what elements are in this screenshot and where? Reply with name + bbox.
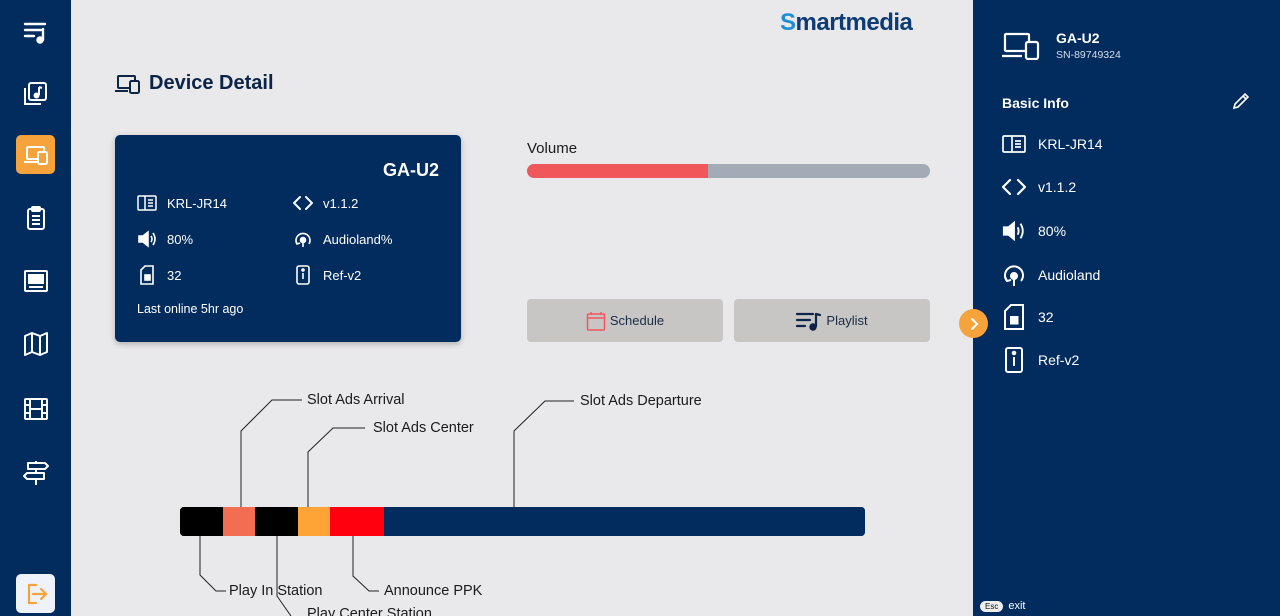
leader-slot-arrival [240, 399, 302, 507]
panel-device-name: GA-U2 [1056, 30, 1100, 46]
film-icon [23, 397, 48, 420]
signpost-icon [22, 460, 49, 485]
leader-play-center [276, 536, 292, 616]
music-library-nav-button[interactable] [16, 74, 55, 113]
panel-serial: SN-89749324 [1056, 49, 1121, 61]
chevron-right-icon [970, 317, 978, 330]
audio-source-icon [1004, 265, 1024, 286]
label-play-center: Play Center Station [307, 606, 432, 616]
timeline-segment [383, 507, 865, 536]
code-icon [1002, 178, 1026, 196]
panel-ref: Ref-v2 [1002, 347, 1079, 373]
timeline-segment [329, 507, 384, 536]
device-info-icon [1005, 347, 1023, 373]
device-info-panel: GA-U2 SN-89749324 Basic Info KRL-JR14 v1… [973, 0, 1280, 616]
panel-audio: Audioland [1002, 262, 1100, 288]
timeline-bar [180, 507, 865, 536]
panel-version: v1.1.2 [1002, 177, 1076, 197]
sidebar [0, 0, 71, 616]
main-content: Smartmedia Device Detail GA-U2 KRL-JR14 … [71, 0, 973, 616]
basic-info-heading: Basic Info [1002, 95, 1069, 111]
clipboard-icon [26, 205, 45, 230]
leader-slot-center [307, 427, 365, 507]
panel-volume: 80% [1002, 219, 1066, 243]
signpost-nav-button[interactable] [16, 453, 55, 492]
sim-card-icon [1004, 304, 1024, 330]
timeline-segment [180, 507, 223, 536]
film-nav-button[interactable] [16, 389, 55, 428]
leader-announce [352, 536, 379, 592]
label-slot-center: Slot Ads Center [373, 420, 474, 436]
label-play-in: Play In Station [229, 583, 323, 599]
queue-icon [23, 22, 46, 44]
label-slot-departure: Slot Ads Departure [580, 393, 702, 409]
leader-play-in [199, 536, 226, 592]
devices-icon [23, 145, 48, 165]
panel-toggle-button[interactable] [959, 309, 988, 338]
timeline-segment [297, 507, 330, 536]
display-nav-button[interactable] [16, 261, 55, 300]
map-icon [23, 331, 48, 356]
esc-key: Esc [980, 600, 1004, 612]
panel-model: KRL-JR14 [1002, 134, 1103, 154]
timeline-segment [223, 507, 255, 536]
escape-hint: Esc exit [980, 600, 1025, 612]
panel-storage: 32 [1002, 304, 1054, 330]
logout-icon [27, 583, 47, 604]
card-reader-icon [1002, 135, 1026, 153]
music-library-icon [23, 81, 47, 105]
exit-label: exit [1008, 600, 1026, 612]
leader-slot-departure [513, 400, 574, 507]
display-icon [23, 269, 48, 292]
map-nav-button[interactable] [16, 324, 55, 363]
devices-nav-button[interactable] [16, 135, 55, 174]
devices-icon [1002, 32, 1040, 60]
label-announce: Announce PPK [384, 583, 483, 599]
speaker-icon [1002, 220, 1024, 242]
clipboard-nav-button[interactable] [16, 198, 55, 237]
edit-icon[interactable] [1232, 92, 1250, 110]
label-slot-arrival: Slot Ads Arrival [307, 392, 405, 408]
logout-button[interactable] [16, 574, 55, 613]
timeline-segment [254, 507, 298, 536]
queue-nav-button[interactable] [16, 12, 55, 51]
